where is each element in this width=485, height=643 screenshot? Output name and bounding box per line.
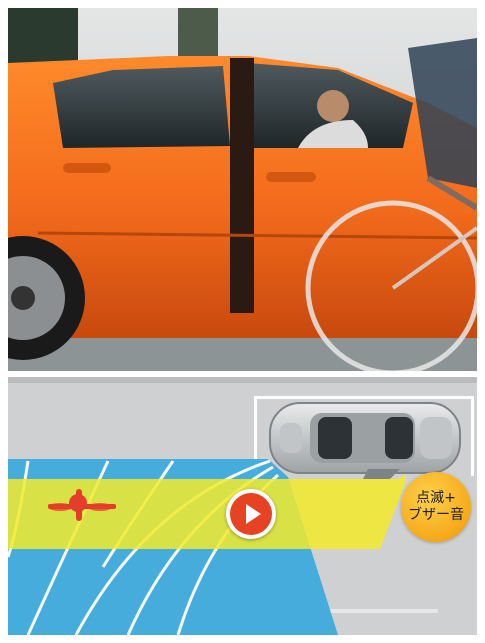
detection-diagram: 点滅+ ブザー音 — [8, 377, 477, 635]
driver — [317, 90, 349, 122]
page: 点滅+ ブザー音 — [0, 0, 485, 643]
hero-photo — [8, 8, 477, 371]
play-button[interactable] — [226, 489, 276, 539]
alert-badge-line2: ブザー音 — [408, 507, 464, 523]
play-icon — [246, 504, 261, 524]
detection-zone — [8, 474, 406, 549]
rear-window — [53, 66, 230, 148]
alert-badge: 点滅+ ブザー音 — [401, 472, 471, 542]
car-door-photo — [8, 8, 477, 371]
car-top-view-icon — [269, 402, 461, 474]
alert-badge-line1: 点滅+ — [416, 490, 456, 506]
